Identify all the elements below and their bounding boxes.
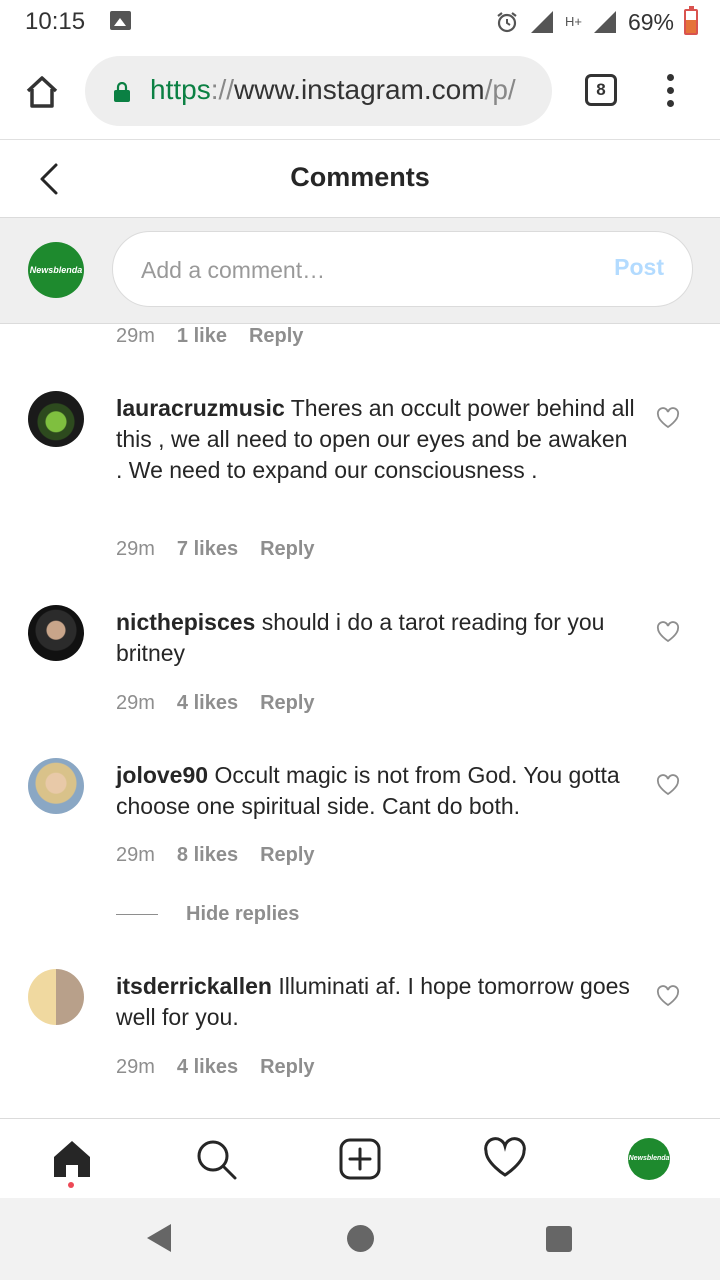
signal-icon — [530, 11, 553, 33]
alarm-icon — [497, 12, 517, 33]
status-time: 10:15 — [25, 8, 86, 35]
avatar[interactable] — [28, 391, 84, 447]
reply-button[interactable]: Reply — [260, 844, 314, 867]
comment-username[interactable]: nicthepisces — [116, 609, 255, 635]
notification-dot — [68, 1182, 74, 1188]
comment-time: 29m — [116, 844, 155, 866]
list-item: nicthepisces should i do a tarot reading… — [0, 605, 720, 725]
overflow-menu-icon[interactable] — [660, 74, 680, 110]
comment-likes[interactable]: 1 like — [177, 325, 227, 348]
tab-switcher-button[interactable]: 8 — [585, 74, 617, 106]
browser-toolbar: https://www.instagram.com/p/ 8 — [0, 44, 720, 140]
hide-replies-button[interactable]: Hide replies — [116, 903, 299, 926]
list-item: itsderrickallen Illuminati af. I hope to… — [0, 969, 720, 1089]
avatar[interactable] — [28, 758, 84, 814]
add-comment-bar: Newsblenda Post — [0, 218, 720, 324]
profile-avatar[interactable]: Newsblenda — [628, 1138, 670, 1180]
comment-likes[interactable]: 4 likes — [177, 692, 238, 715]
comment-list[interactable]: 29m 1 like Reply lauracruzmusic Theres a… — [0, 324, 720, 1118]
comment-username[interactable]: itsderrickallen — [116, 973, 272, 999]
comment-time: 29m — [116, 1056, 155, 1078]
comment-likes[interactable]: 8 likes — [177, 844, 238, 867]
url-separator: :// — [210, 74, 235, 105]
reply-button[interactable]: Reply — [260, 692, 314, 715]
comment-username[interactable]: jolove90 — [116, 762, 208, 788]
system-recents-icon[interactable] — [546, 1226, 572, 1252]
like-heart-icon[interactable] — [656, 985, 680, 1007]
comment-text: nicthepisces should i do a tarot reading… — [116, 607, 636, 669]
battery-percent: 69% — [627, 8, 674, 35]
reply-button[interactable]: Reply — [260, 1056, 314, 1079]
comment-meta: 29m 1 like Reply — [116, 325, 303, 348]
post-button[interactable]: Post — [614, 254, 664, 281]
like-heart-icon[interactable] — [656, 774, 680, 796]
comment-meta: 29m 7 likes Reply — [116, 538, 315, 561]
url-text: https://www.instagram.com/p/ — [150, 74, 516, 106]
battery-icon — [684, 6, 698, 35]
lock-icon — [114, 82, 130, 102]
comment-likes[interactable]: 4 likes — [177, 1056, 238, 1079]
comment-time: 29m — [116, 538, 155, 560]
bottom-navigation: Newsblenda — [0, 1118, 720, 1198]
comment-meta: 29m 4 likes Reply — [116, 692, 315, 715]
divider — [116, 914, 158, 915]
comment-likes[interactable]: 7 likes — [177, 538, 238, 561]
avatar[interactable] — [28, 969, 84, 1025]
home-icon[interactable] — [50, 1137, 94, 1181]
list-item: lauracruzmusic Theres an occult power be… — [0, 391, 720, 571]
comment-text: jolove90 Occult magic is not from God. Y… — [116, 760, 636, 822]
system-back-icon[interactable] — [147, 1224, 171, 1252]
comment-input[interactable] — [141, 252, 581, 288]
comment-username[interactable]: lauracruzmusic — [116, 395, 285, 421]
comments-header: Comments — [0, 140, 720, 218]
comment-meta: 29m 4 likes Reply — [116, 1056, 315, 1079]
home-icon[interactable] — [22, 72, 62, 112]
like-heart-icon[interactable] — [656, 407, 680, 429]
url-host: www.instagram.com — [234, 74, 485, 105]
avatar[interactable] — [28, 605, 84, 661]
comment-input-container: Post — [112, 231, 693, 307]
reply-button[interactable]: Reply — [249, 325, 303, 348]
url-path: /p/ — [484, 74, 516, 105]
reply-button[interactable]: Reply — [260, 538, 314, 561]
network-type-label: H+ — [564, 14, 582, 29]
comment-meta: 29m 8 likes Reply — [116, 844, 315, 867]
comment-text: lauracruzmusic Theres an occult power be… — [116, 393, 636, 486]
activity-heart-icon[interactable] — [483, 1137, 527, 1181]
url-scheme: https — [150, 74, 211, 105]
comment-text: itsderrickallen Illuminati af. I hope to… — [116, 971, 636, 1033]
avatar: Newsblenda — [28, 242, 84, 298]
page-title: Comments — [290, 162, 430, 192]
search-icon[interactable] — [194, 1137, 238, 1181]
status-indicators: H+ 69% — [495, 6, 698, 38]
system-home-icon[interactable] — [347, 1225, 374, 1252]
hide-replies-label: Hide replies — [186, 903, 300, 925]
add-post-icon[interactable] — [338, 1137, 382, 1181]
address-bar[interactable]: https://www.instagram.com/p/ — [85, 56, 552, 126]
like-heart-icon[interactable] — [656, 621, 680, 643]
comment-time: 29m — [116, 692, 155, 714]
status-bar: 10:15 H+ 69% — [0, 0, 720, 44]
signal-icon-2 — [593, 11, 616, 33]
system-navigation-bar — [0, 1198, 720, 1280]
image-notification-icon — [110, 11, 131, 30]
comment-time: 29m — [116, 325, 155, 347]
list-item: jolove90 Occult magic is not from God. Y… — [0, 758, 720, 878]
